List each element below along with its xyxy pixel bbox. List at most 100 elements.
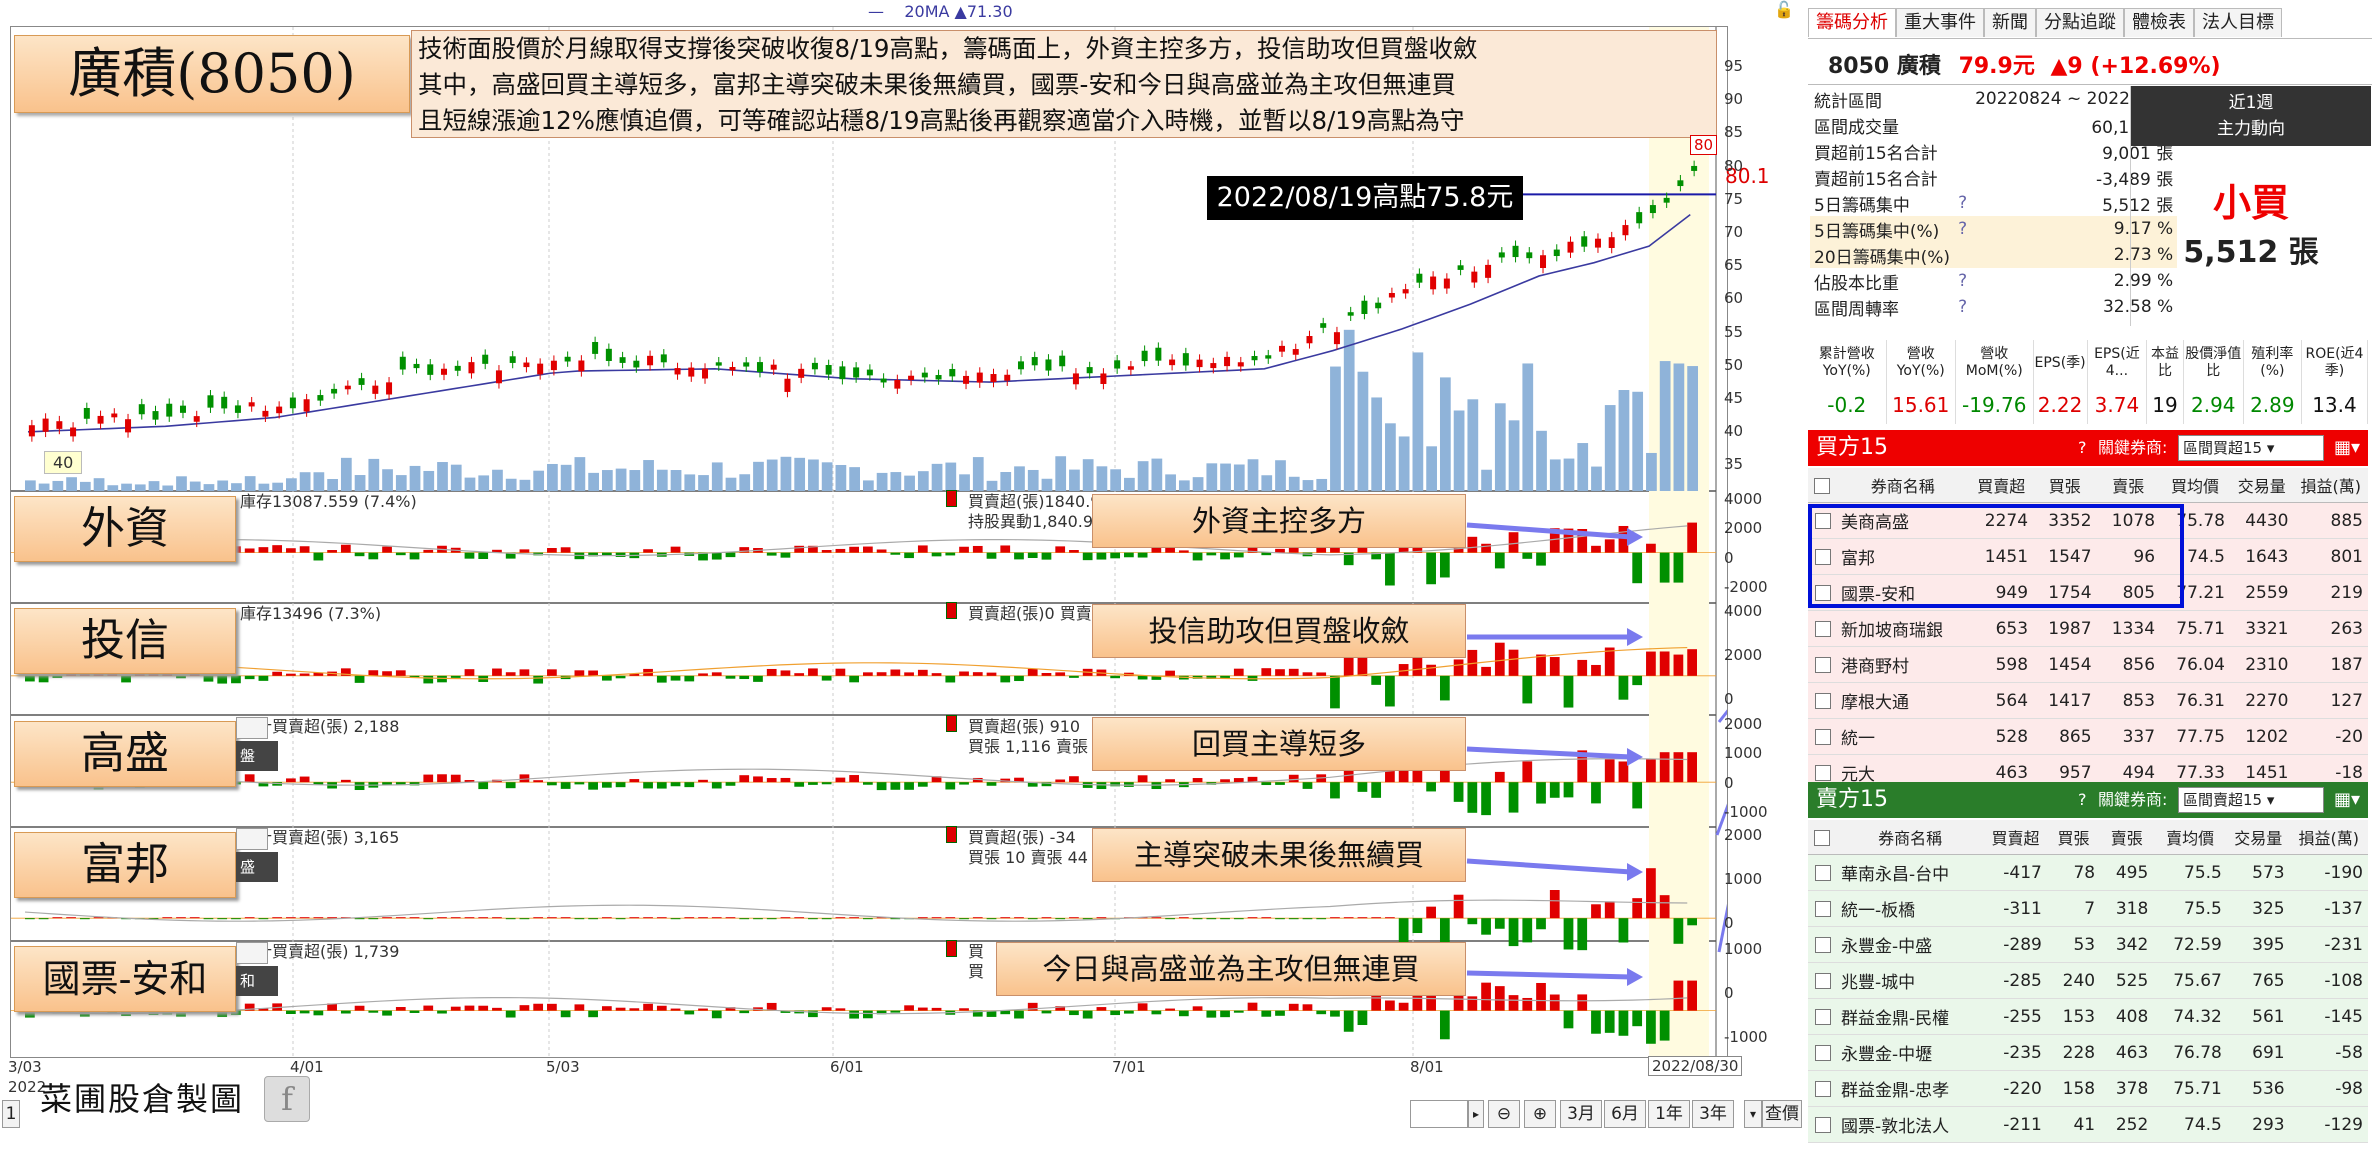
select-all-checkbox[interactable] (1814, 830, 1830, 846)
row-checkbox[interactable] (1815, 512, 1831, 529)
grid-icon[interactable]: ▦▾ (2334, 430, 2360, 466)
broker-column-header[interactable]: 交易量 (2226, 820, 2290, 855)
date-input[interactable] (1410, 1100, 1468, 1128)
broker-column-header[interactable]: 賣張 (2096, 468, 2161, 503)
tab-events[interactable]: 重大事件 (1896, 8, 1984, 37)
panel-broker-button[interactable]: 盛 (236, 852, 278, 882)
row-checkbox[interactable] (1815, 764, 1831, 781)
stats-table: 統計區間20220824 ~ 20220830區間成交量60,136 張買超前1… (1810, 86, 2178, 320)
broker-column-header[interactable]: 買均價 (2160, 468, 2230, 503)
tab-news[interactable]: 新聞 (1984, 8, 2036, 37)
broker-row[interactable]: 群益金鼎-民權 -255 153 408 74.32 561 -145 (1808, 998, 2368, 1035)
range-button[interactable]: 3月 (1560, 1100, 1602, 1128)
volume-bar (656, 469, 668, 491)
row-checkbox[interactable] (1815, 864, 1831, 881)
help-icon[interactable] (1954, 242, 1971, 268)
help-icon[interactable] (1954, 86, 1971, 112)
candle-body (1333, 332, 1340, 345)
broker-column-header[interactable]: 買賣超 (1969, 468, 2034, 503)
help-icon[interactable] (1954, 164, 1971, 190)
panel-settings-button[interactable] (236, 717, 268, 739)
row-checkbox[interactable] (1815, 620, 1831, 637)
net-bar (327, 917, 337, 919)
broker-row[interactable]: 富邦 1451 1547 96 74.5 1643 801 (1808, 538, 2368, 575)
candle-body (1361, 300, 1368, 314)
help-icon[interactable]: ? (1954, 268, 1971, 294)
help-icon[interactable]: ? (2078, 430, 2087, 466)
net-bar (1659, 895, 1670, 919)
help-icon[interactable]: ? (2078, 782, 2087, 818)
zoom-out-icon[interactable]: ⊖ (1488, 1100, 1520, 1128)
query-button[interactable]: 查價 (1762, 1100, 1802, 1128)
help-icon[interactable]: ? (1954, 190, 1971, 216)
broker-row[interactable]: 港商野村 598 1454 856 76.04 2310 187 (1808, 646, 2368, 683)
panel-settings-button[interactable] (236, 828, 268, 850)
zoom-in-icon[interactable]: ⊕ (1524, 1100, 1556, 1128)
tab-chip-analysis[interactable]: 籌碼分析 (1808, 8, 1896, 37)
broker-cell: -285 (1984, 962, 2047, 999)
select-all-checkbox[interactable] (1814, 478, 1830, 494)
broker-column-header[interactable]: 買張 (2033, 468, 2097, 503)
tab-health[interactable]: 體檢表 (2124, 8, 2194, 37)
row-checkbox[interactable] (1815, 1116, 1831, 1133)
broker-column-header[interactable]: 券商名稱 (1836, 820, 1985, 855)
broker-column-header[interactable]: 賣均價 (2153, 820, 2227, 855)
tab-branch-tracking[interactable]: 分點追蹤 (2036, 8, 2124, 37)
panel-broker-button[interactable]: 盤 (236, 741, 278, 771)
broker-column-header[interactable]: 買賣超 (1984, 820, 2047, 855)
broker-row[interactable]: 國票-安和 949 1754 805 77.21 2559 219 (1808, 574, 2368, 611)
row-checkbox[interactable] (1815, 692, 1831, 709)
broker-column-header[interactable]: 損益(萬) (2293, 468, 2368, 503)
row-checkbox[interactable] (1815, 656, 1831, 673)
broker-column-header[interactable]: 損益(萬) (2289, 820, 2368, 855)
broker-column-header[interactable]: 買張 (2046, 820, 2101, 855)
broker-row[interactable]: 國票-敦北法人 -211 41 252 74.5 293 -129 (1808, 1106, 2368, 1143)
net-bar (464, 917, 475, 919)
broker-cell: 252 (2100, 1106, 2154, 1143)
help-icon[interactable]: ? (1954, 294, 1971, 320)
net-bar (711, 917, 722, 919)
broker-row[interactable]: 永豐金-中壢 -235 228 463 76.78 691 -58 (1808, 1034, 2368, 1071)
panel-settings-button[interactable] (236, 942, 268, 964)
broker-row[interactable]: 摩根大通 564 1417 853 76.31 2270 127 (1808, 682, 2368, 719)
broker-row[interactable]: 華南永昌-台中 -417 78 495 75.5 573 -190 (1808, 854, 2368, 891)
broker-row[interactable]: 永豐金-中盛 -289 53 342 72.59 395 -231 (1808, 926, 2368, 963)
chevron-down-icon[interactable]: ▾ (1744, 1100, 1762, 1128)
broker-row[interactable]: 新加坡商瑞銀 653 1987 1334 75.71 3321 263 (1808, 610, 2368, 647)
sell-broker-select[interactable]: 區間賣超15 ▾ (2178, 787, 2324, 813)
broker-row[interactable]: 群益金鼎-忠孝 -220 158 378 75.71 536 -98 (1808, 1070, 2368, 1107)
row-checkbox[interactable] (1815, 548, 1831, 565)
tab-target[interactable]: 法人目標 (2194, 8, 2282, 37)
row-checkbox[interactable] (1815, 900, 1831, 917)
row-checkbox[interactable] (1815, 728, 1831, 745)
range-button[interactable]: 1年 (1648, 1100, 1690, 1128)
panel-axis-tick: 2000 (1724, 715, 1763, 733)
buy-broker-select[interactable]: 區間買超15 ▾ (2178, 435, 2324, 461)
chevron-right-icon[interactable]: ▸ (1468, 1100, 1484, 1128)
help-icon[interactable] (1954, 112, 1971, 138)
broker-row[interactable]: 統一 528 865 337 77.75 1202 -20 (1808, 718, 2368, 755)
row-checkbox[interactable] (1815, 1080, 1831, 1097)
help-icon[interactable]: ? (1954, 216, 1971, 242)
row-checkbox[interactable] (1815, 936, 1831, 953)
panel-broker-button[interactable]: 和 (236, 966, 278, 996)
net-bar (272, 545, 283, 553)
lock-icon[interactable]: 🔓 (1774, 0, 1794, 19)
broker-column-header[interactable]: 券商名稱 (1836, 468, 1970, 503)
broker-row[interactable]: 美商高盛 2274 3352 1078 75.78 4430 885 (1808, 502, 2368, 539)
page-number[interactable]: 1 (2, 1100, 20, 1128)
facebook-icon[interactable]: f (264, 1076, 310, 1122)
row-checkbox[interactable] (1815, 1044, 1831, 1061)
help-icon[interactable] (1954, 138, 1971, 164)
broker-row[interactable]: 兆豐-城中 -285 240 525 75.67 765 -108 (1808, 962, 2368, 999)
broker-row[interactable]: 統一-板橋 -311 7 318 75.5 325 -137 (1808, 890, 2368, 927)
broker-column-header[interactable]: 交易量 (2229, 468, 2294, 503)
volume-bar (753, 461, 764, 491)
grid-icon[interactable]: ▦▾ (2334, 782, 2360, 818)
broker-column-header[interactable]: 賣張 (2100, 820, 2154, 855)
row-checkbox[interactable] (1815, 584, 1831, 601)
row-checkbox[interactable] (1815, 972, 1831, 989)
row-checkbox[interactable] (1815, 1008, 1831, 1025)
range-button[interactable]: 6月 (1604, 1100, 1646, 1128)
range-button[interactable]: 3年 (1692, 1100, 1734, 1128)
